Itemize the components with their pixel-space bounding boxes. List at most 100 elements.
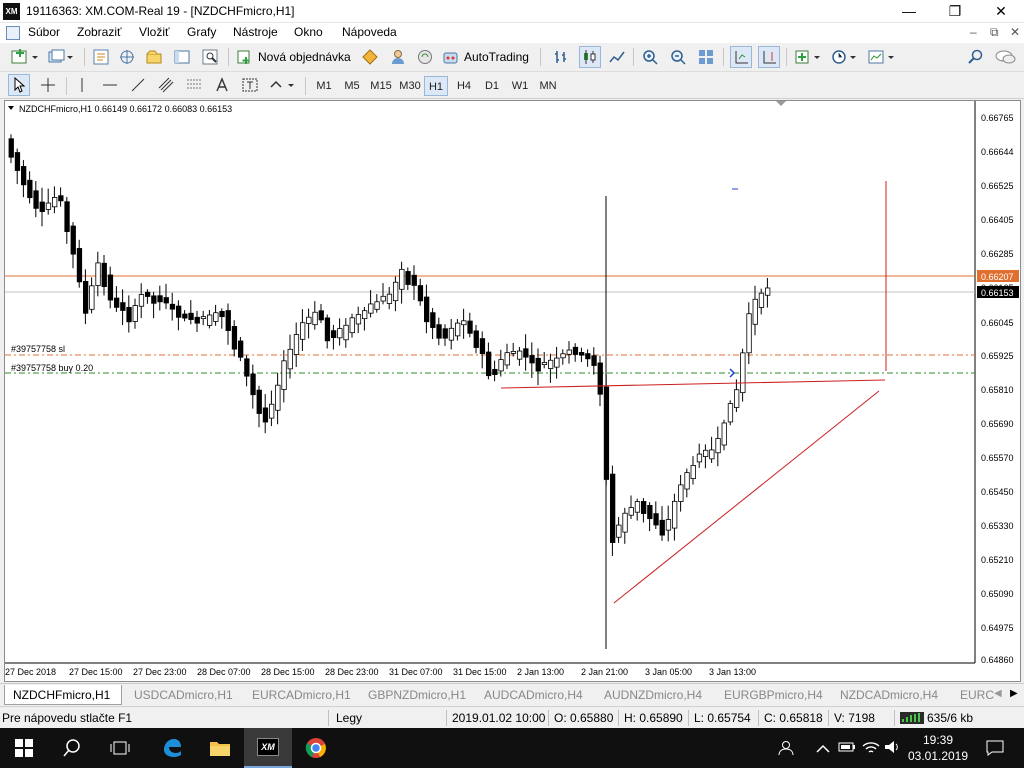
- line-chart-button[interactable]: [607, 46, 627, 68]
- chat-button[interactable]: [994, 46, 1018, 68]
- bar-volume: V: 7198: [834, 711, 875, 725]
- chart-shift-button[interactable]: [758, 46, 780, 68]
- arrows-button[interactable]: [268, 74, 298, 96]
- chart-tab[interactable]: AUDCADmicro,H4: [476, 685, 592, 705]
- indicators-button[interactable]: [793, 46, 825, 68]
- cursor-icon: [14, 77, 26, 93]
- candlestick-button[interactable]: [579, 46, 601, 68]
- data-window-button[interactable]: [117, 46, 137, 68]
- chart-tab[interactable]: EURCADmicro,H1: [244, 685, 358, 705]
- minimize-button[interactable]: —: [886, 0, 932, 23]
- profiles-button[interactable]: [46, 46, 76, 68]
- bear-candle: [417, 285, 424, 302]
- templates-button[interactable]: [866, 46, 898, 68]
- channel-button[interactable]: [156, 74, 176, 96]
- chart-window[interactable]: #39757758 sl #39757758 buy 0.20 NZDCHFmi…: [4, 100, 1021, 682]
- price-chart[interactable]: #39757758 sl #39757758 buy 0.20 NZDCHFmi…: [5, 101, 1020, 681]
- edge-browser-button[interactable]: [148, 728, 196, 768]
- mdi-close-button[interactable]: ✕: [1010, 25, 1020, 39]
- bull-candle: [709, 449, 715, 460]
- volume-icon[interactable]: [884, 740, 902, 757]
- chart-tab[interactable]: AUDNZDmicro,H4: [596, 685, 714, 705]
- signals-button[interactable]: [415, 46, 435, 68]
- text-button[interactable]: [212, 74, 232, 96]
- market-watch-button[interactable]: [91, 46, 111, 68]
- new-order-button[interactable]: Nová objednávka: [236, 46, 354, 68]
- menu-charts[interactable]: Grafy: [187, 25, 216, 39]
- bull-candle: [734, 389, 740, 408]
- bear-candle: [20, 166, 27, 186]
- menu-tools[interactable]: Nástroje: [233, 25, 278, 39]
- zoom-in-button[interactable]: [640, 46, 660, 68]
- zoom-out-button[interactable]: [668, 46, 688, 68]
- start-button[interactable]: [0, 728, 48, 768]
- status-bar: Pre nápovedu stlačte F1 Legy 2019.01.02 …: [0, 706, 1024, 728]
- chart-tab[interactable]: EURC: [952, 685, 994, 705]
- clock[interactable]: 19:39 03.01.2019: [904, 732, 972, 764]
- menu-file[interactable]: Súbor: [28, 25, 60, 39]
- mdi-restore-button[interactable]: ⧉: [990, 25, 999, 40]
- bar-chart-button[interactable]: [551, 46, 571, 68]
- tf-mn-button[interactable]: MN: [536, 76, 560, 96]
- people-icon[interactable]: [778, 740, 796, 759]
- tf-w1-button[interactable]: W1: [508, 76, 532, 96]
- autotrading-button[interactable]: AutoTrading: [442, 46, 534, 68]
- tf-m5-button[interactable]: M5: [340, 76, 364, 96]
- close-button[interactable]: ✕: [978, 0, 1024, 23]
- fibonacci-button[interactable]: [184, 74, 204, 96]
- tf-d1-button[interactable]: D1: [480, 76, 504, 96]
- task-view-button[interactable]: [96, 728, 144, 768]
- tab-scroll-right-icon[interactable]: ▶: [1010, 688, 1018, 699]
- bear-candle: [188, 312, 194, 320]
- horizontal-line-button[interactable]: [100, 74, 120, 96]
- tab-scroll-left-icon[interactable]: ◀: [994, 688, 1002, 699]
- periods-button[interactable]: [830, 46, 860, 68]
- xm-terminal-taskbar-button[interactable]: XM: [244, 728, 292, 768]
- terminal-button[interactable]: [172, 46, 192, 68]
- tf-h4-button[interactable]: H4: [452, 76, 476, 96]
- bull-candle: [349, 317, 355, 334]
- vertical-line-button[interactable]: [72, 74, 92, 96]
- bull-candle: [548, 359, 554, 369]
- chart-window-icon[interactable]: [6, 26, 20, 40]
- crosshair-button[interactable]: [38, 74, 58, 96]
- file-explorer-button[interactable]: [196, 728, 244, 768]
- menu-insert[interactable]: Vložiť: [139, 25, 170, 39]
- strategy-tester-button[interactable]: [200, 46, 220, 68]
- menu-view[interactable]: Zobraziť: [77, 25, 122, 39]
- chart-tab[interactable]: NZDCHFmicro,H1: [4, 685, 122, 705]
- cursor-button[interactable]: [8, 74, 30, 96]
- bull-candle: [634, 501, 641, 513]
- battery-icon[interactable]: [838, 740, 856, 757]
- connection-bars-icon[interactable]: [900, 712, 924, 724]
- chart-tab[interactable]: EURGBPmicro,H4: [716, 685, 832, 705]
- text-label-button[interactable]: [240, 74, 260, 96]
- tf-m30-button[interactable]: M30: [396, 76, 424, 96]
- search-button[interactable]: [966, 46, 986, 68]
- trendline-button[interactable]: [128, 74, 148, 96]
- maximize-button[interactable]: ❐: [932, 0, 978, 23]
- tile-windows-button[interactable]: [696, 46, 716, 68]
- chart-tab[interactable]: GBPNZDmicro,H1: [360, 685, 474, 705]
- navigator-button[interactable]: [144, 46, 164, 68]
- tf-m15-button[interactable]: M15: [367, 76, 395, 96]
- price-label: 0.64860: [981, 655, 1014, 665]
- menu-help[interactable]: Nápoveda: [342, 25, 397, 39]
- auto-scroll-button[interactable]: [730, 46, 752, 68]
- time-label: 3 Jan 05:00: [645, 667, 692, 677]
- wifi-icon[interactable]: [862, 740, 880, 757]
- chart-tab[interactable]: NZDCADmicro,H4: [832, 685, 950, 705]
- chart-tab[interactable]: USDCADmicro,H1: [126, 685, 242, 705]
- menu-window[interactable]: Okno: [294, 25, 323, 39]
- tray-chevron-icon[interactable]: [816, 740, 830, 756]
- meta-editor-button[interactable]: [360, 46, 380, 68]
- taskbar-search-button[interactable]: [48, 728, 96, 768]
- tf-h1-button[interactable]: H1: [424, 76, 448, 96]
- chrome-button[interactable]: [292, 728, 340, 768]
- mdi-minimize-button[interactable]: –: [970, 25, 977, 39]
- notifications-icon[interactable]: [986, 740, 1004, 759]
- experts-button[interactable]: [388, 46, 408, 68]
- time-label: 27 Dec 15:00: [69, 667, 123, 677]
- new-chart-button[interactable]: [8, 46, 42, 68]
- tf-m1-button[interactable]: M1: [312, 76, 336, 96]
